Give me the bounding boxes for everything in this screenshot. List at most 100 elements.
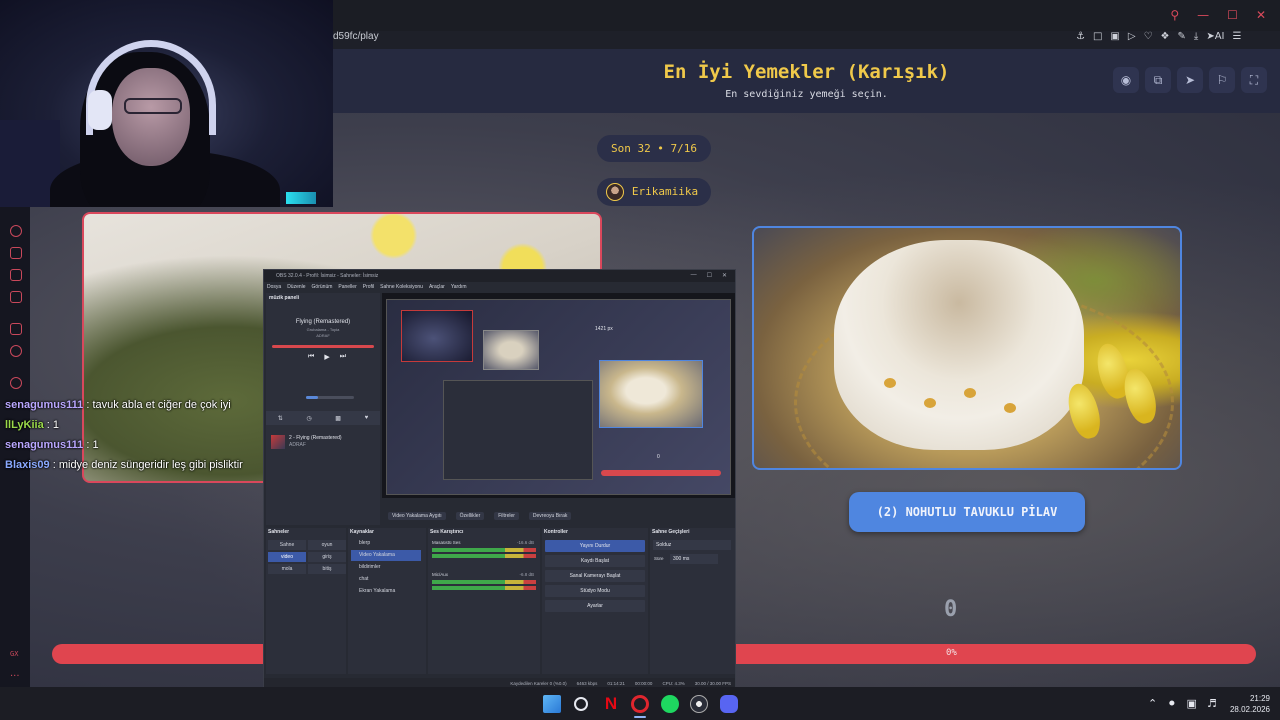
more-icon[interactable]: ...: [10, 668, 20, 679]
history-icon[interactable]: ◷: [306, 415, 311, 422]
obs-menu-item[interactable]: Yardım: [451, 282, 467, 292]
source-toolbar-item[interactable]: Özellikler: [455, 512, 485, 520]
scene-item[interactable]: bitiş: [308, 564, 346, 574]
source-item[interactable]: Ekran Yakalama: [351, 586, 421, 597]
store-icon[interactable]: [10, 247, 22, 259]
url-text[interactable]: d59fc/play: [333, 31, 379, 43]
previous-icon[interactable]: ⏮: [308, 353, 314, 361]
clock[interactable]: 21:29 28.02.2026: [1226, 693, 1270, 715]
snapshot-icon[interactable]: □: [1093, 31, 1102, 43]
source-toolbar-item[interactable]: Devreoyu Bırak: [528, 512, 572, 520]
chevron-up-icon[interactable]: ⌃: [1148, 697, 1157, 710]
scene-item[interactable]: giriş: [308, 552, 346, 562]
status-item: 01:14:21: [607, 681, 625, 686]
microphone-icon[interactable]: ⚫: [1167, 697, 1176, 710]
user-badge[interactable]: Erikamiika: [597, 178, 711, 206]
obs-preview[interactable]: 1421 px 0: [382, 293, 735, 498]
close-icon[interactable]: ✕: [722, 272, 727, 279]
obs-menu-item[interactable]: Paneller: [338, 282, 356, 292]
chat-username[interactable]: senagumus111: [5, 399, 83, 411]
messenger-icon[interactable]: [10, 291, 22, 303]
source-item[interactable]: chat: [351, 574, 421, 585]
source-toolbar: Video Yakalama Aygıtı Özellikler Filtreler…: [382, 510, 735, 522]
source-toolbar-item[interactable]: Filtreler: [494, 512, 519, 520]
maximize-icon[interactable]: ☐: [1227, 8, 1238, 22]
player-icon[interactable]: [10, 377, 22, 389]
control-button[interactable]: Yayını Durdur: [545, 540, 645, 552]
chat-username[interactable]: llLyKiia: [5, 419, 44, 431]
puzzle-icon[interactable]: ✎: [1178, 31, 1186, 43]
youtube-icon[interactable]: [10, 345, 22, 357]
speed-dial-icon[interactable]: [10, 225, 22, 237]
obs-window-controls: — ☐ ✕: [691, 272, 727, 279]
search-icon[interactable]: ⚲: [1170, 8, 1179, 22]
transition-select[interactable]: Solduz: [653, 540, 731, 550]
maximize-icon[interactable]: ☐: [707, 272, 712, 279]
play-icon[interactable]: ▶: [324, 353, 329, 361]
obs-menu-item[interactable]: Düzenle: [287, 282, 305, 292]
netflix-icon[interactable]: N: [602, 695, 620, 713]
discord-icon[interactable]: [720, 695, 738, 713]
duration-field[interactable]: 300 ms: [670, 554, 718, 564]
scene-item[interactable]: video: [268, 552, 306, 562]
eye-icon[interactable]: ◉: [1113, 67, 1139, 93]
flag-icon[interactable]: ⚐: [1209, 67, 1235, 93]
heart-icon[interactable]: ♥: [365, 415, 369, 421]
minimize-icon[interactable]: —: [1197, 8, 1209, 22]
next-icon[interactable]: ⏭: [340, 353, 346, 361]
volume-icon[interactable]: ♬: [1207, 697, 1217, 710]
control-button[interactable]: Stüdyo Modu: [545, 585, 645, 597]
network-icon[interactable]: ▣: [1186, 697, 1196, 710]
chat-username[interactable]: senagumus111: [5, 439, 83, 451]
windows-icon[interactable]: [543, 695, 561, 713]
control-button[interactable]: Sanal Kamerayı Başlat: [545, 570, 645, 582]
choose-right-button[interactable]: (2) NOHUTLU TAVUKLU PİLAV: [849, 492, 1085, 532]
obs-titlebar[interactable]: OBS 32.0.4 - Profil: İsimsiz - Sahneler:…: [264, 270, 735, 282]
opera-gx-icon[interactable]: [631, 695, 649, 713]
obs-menu-item[interactable]: Araçlar: [429, 282, 445, 292]
seek-bar[interactable]: [272, 345, 374, 348]
minimize-icon[interactable]: —: [691, 272, 697, 279]
scene-item[interactable]: Sahne: [268, 540, 306, 550]
volume-slider[interactable]: [306, 396, 354, 399]
queue-icon[interactable]: ⇅: [278, 415, 283, 422]
send-icon[interactable]: ➤: [1177, 67, 1203, 93]
play-icon[interactable]: ▷: [1128, 31, 1136, 43]
queue-item[interactable]: 2 - Flying (Remastered) ADRAF: [269, 433, 377, 451]
control-button[interactable]: Kaydı Başlat: [545, 555, 645, 567]
source-item[interactable]: bildirimler: [351, 562, 421, 573]
obs-menu-item[interactable]: Görünüm: [312, 282, 333, 292]
heart-icon[interactable]: ♡: [1144, 31, 1153, 43]
scene-item[interactable]: mola: [268, 564, 306, 574]
source-item[interactable]: Video Yakalama: [351, 550, 421, 561]
download-icon[interactable]: ⤓: [1194, 31, 1198, 43]
source-item[interactable]: blerp: [351, 538, 421, 549]
obs-menu-item[interactable]: Profil: [363, 282, 374, 292]
obs-menu-item[interactable]: Sahne Koleksiyonu: [380, 282, 423, 292]
close-icon[interactable]: ✕: [1256, 8, 1266, 22]
source-toolbar-item[interactable]: Video Yakalama Aygıtı: [388, 512, 446, 520]
chat-username[interactable]: Blaxis09: [5, 459, 50, 471]
choice-card-right[interactable]: [752, 226, 1182, 470]
obs-window[interactable]: OBS 32.0.4 - Profil: İsimsiz - Sahneler:…: [263, 269, 736, 688]
time: 21:29: [1249, 694, 1270, 703]
steam-icon[interactable]: [690, 695, 708, 713]
music-tabs: ⇅ ◷ ▩ ♥: [266, 411, 380, 425]
gx-label[interactable]: GX: [10, 650, 18, 658]
obs-menu-item[interactable]: Dosya: [267, 282, 281, 292]
chat-text: : tavuk abla et ciğer de çok iyi: [86, 399, 231, 411]
fullscreen-icon[interactable]: ⛶: [1241, 67, 1267, 93]
extensions-icon[interactable]: ❖: [1161, 31, 1170, 43]
pin-icon[interactable]: ⚓: [1076, 31, 1085, 43]
screenshot-icon[interactable]: ▣: [1110, 31, 1119, 43]
control-button[interactable]: Ayarlar: [545, 600, 645, 612]
stats-icon[interactable]: ▩: [335, 415, 341, 422]
twitch-icon[interactable]: [10, 323, 22, 335]
news-icon[interactable]: [10, 269, 22, 281]
ai-icon[interactable]: ➤AI: [1206, 31, 1224, 43]
search-icon[interactable]: [574, 697, 588, 711]
share-icon[interactable]: ⧉: [1145, 67, 1171, 93]
spotify-icon[interactable]: [661, 695, 679, 713]
scene-item[interactable]: oyun: [308, 540, 346, 550]
menu-icon[interactable]: ☰: [1233, 31, 1242, 43]
